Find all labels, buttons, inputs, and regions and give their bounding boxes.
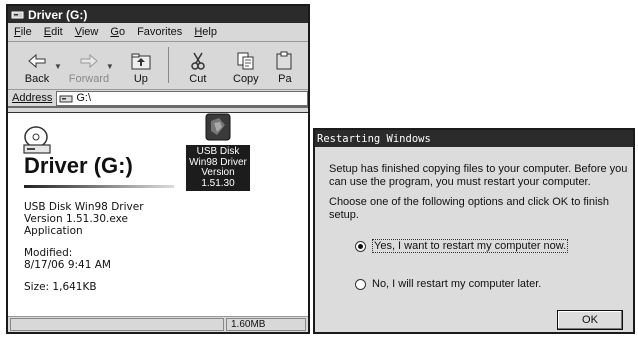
title-divider — [24, 185, 174, 188]
paste-label: Pa — [278, 73, 292, 85]
file-label-line4: 1.51.30 — [201, 177, 235, 189]
copy-icon — [237, 52, 254, 70]
toolbar: Back ▼ Forward ▼ Up Cut Copy Pa — [8, 42, 308, 90]
status-pane-size: 1.60MB — [226, 318, 306, 331]
radio-restart-now-label[interactable]: Yes, I want to restart my computer now. — [372, 239, 569, 253]
explorer-window: Driver (G:) File Edit View Go Favorites … — [6, 4, 310, 334]
menu-edit[interactable]: Edit — [44, 26, 63, 38]
up-button[interactable]: Up — [120, 51, 162, 85]
up-folder-icon — [131, 53, 151, 70]
file-info-version: Version 1.51.30.exe — [24, 213, 128, 225]
forward-arrow-icon — [80, 53, 98, 69]
copy-button[interactable]: Copy — [225, 51, 267, 85]
folder-content: Driver (G:) USB Disk Win98 Driver Versio… — [8, 112, 308, 316]
paste-button[interactable]: Pa — [273, 51, 297, 85]
menu-file[interactable]: File — [14, 26, 32, 38]
dialog-message-choose: Choose one of the following options and … — [329, 196, 610, 221]
menu-help[interactable]: Help — [194, 26, 217, 38]
address-input[interactable]: G:\ — [56, 90, 308, 106]
radio-restart-later-button[interactable] — [355, 278, 366, 290]
back-label: Back — [24, 73, 50, 85]
window-title: Driver (G:) — [28, 7, 88, 22]
menu-view[interactable]: View — [75, 26, 99, 38]
copy-label: Copy — [233, 73, 259, 85]
radio-restart-now[interactable]: Yes, I want to restart my computer now. — [355, 239, 569, 253]
modified-label: Modified: — [24, 247, 73, 259]
toolbar-separator — [167, 47, 169, 83]
explorer-titlebar[interactable]: Driver (G:) — [8, 6, 308, 23]
file-size: Size: 1,641KB — [24, 281, 97, 293]
dialog-message-restart: Setup has finished copying files to your… — [329, 163, 628, 188]
address-bar: Address G:\ — [8, 90, 308, 108]
modified-value: 8/17/06 9:41 AM — [24, 259, 111, 271]
dialog-titlebar[interactable]: Restarting Windows — [315, 130, 633, 147]
installer-file-icon[interactable] — [205, 113, 231, 141]
file-info-type: Application — [24, 225, 83, 237]
back-button[interactable]: Back — [16, 51, 58, 85]
radio-restart-later[interactable]: No, I will restart my computer later. — [355, 278, 541, 290]
dialog-title: Restarting Windows — [317, 132, 431, 145]
paste-icon — [276, 51, 292, 70]
forward-label: Forward — [68, 73, 110, 85]
installer-file-label[interactable]: USB Disk Win98 Driver Version 1.51.30 — [186, 145, 250, 191]
menu-go[interactable]: Go — [110, 26, 125, 38]
menu-bar: File Edit View Go Favorites Help — [8, 23, 308, 42]
up-label: Up — [133, 73, 148, 85]
status-size: 1.60MB — [231, 319, 266, 330]
address-value: G:\ — [76, 92, 92, 104]
ok-label: OK — [582, 314, 598, 326]
file-label-line1: USB Disk — [196, 146, 240, 157]
cut-button[interactable]: Cut — [177, 51, 219, 85]
file-label-line3: Version — [201, 167, 235, 178]
file-info-name: USB Disk Win98 Driver — [24, 201, 144, 213]
address-label: Address — [12, 92, 53, 104]
scissors-icon — [191, 52, 205, 70]
status-bar: 1.60MB — [8, 316, 308, 332]
forward-dropdown-icon[interactable]: ▼ — [106, 62, 114, 71]
menu-favorites[interactable]: Favorites — [137, 26, 182, 38]
forward-button[interactable]: Forward — [68, 51, 110, 85]
cut-label: Cut — [189, 73, 207, 85]
status-pane-left — [10, 318, 224, 331]
drive-title: Driver (G:) — [24, 153, 133, 178]
restart-dialog: Restarting Windows Setup has finished co… — [313, 128, 635, 334]
radio-restart-later-label[interactable]: No, I will restart my computer later. — [372, 278, 541, 290]
drive-small-icon — [59, 95, 73, 102]
back-dropdown-icon[interactable]: ▼ — [54, 62, 62, 71]
ok-button[interactable]: OK — [557, 310, 623, 330]
drive-icon — [11, 11, 24, 19]
radio-restart-now-button[interactable] — [355, 240, 366, 252]
radio-selected-dot — [358, 243, 363, 249]
back-arrow-icon — [28, 53, 46, 69]
